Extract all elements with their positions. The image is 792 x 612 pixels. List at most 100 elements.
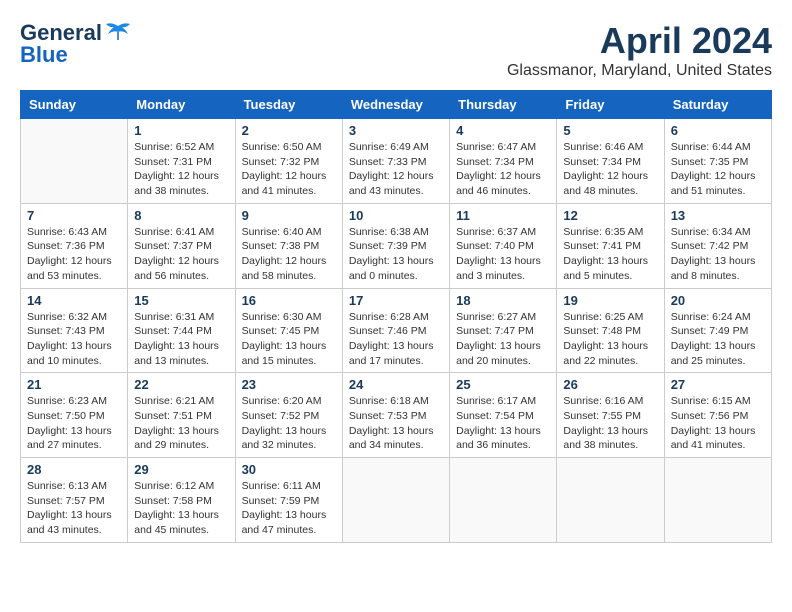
table-row: 16 Sunrise: 6:30 AM Sunset: 7:45 PM Dayli… (235, 288, 342, 373)
day-number: 4 (456, 123, 550, 138)
day-info: Sunrise: 6:37 AM Sunset: 7:40 PM Dayligh… (456, 225, 550, 284)
day-number: 24 (349, 377, 443, 392)
table-row (557, 458, 664, 543)
table-row: 11 Sunrise: 6:37 AM Sunset: 7:40 PM Dayli… (450, 203, 557, 288)
day-number: 23 (242, 377, 336, 392)
calendar-week-row: 1 Sunrise: 6:52 AM Sunset: 7:31 PM Daylig… (21, 119, 772, 204)
table-row: 23 Sunrise: 6:20 AM Sunset: 7:52 PM Dayli… (235, 373, 342, 458)
table-row: 21 Sunrise: 6:23 AM Sunset: 7:50 PM Dayli… (21, 373, 128, 458)
table-row: 5 Sunrise: 6:46 AM Sunset: 7:34 PM Daylig… (557, 119, 664, 204)
day-info: Sunrise: 6:27 AM Sunset: 7:47 PM Dayligh… (456, 310, 550, 369)
table-row: 25 Sunrise: 6:17 AM Sunset: 7:54 PM Dayli… (450, 373, 557, 458)
day-info: Sunrise: 6:25 AM Sunset: 7:48 PM Dayligh… (563, 310, 657, 369)
day-number: 17 (349, 293, 443, 308)
day-info: Sunrise: 6:52 AM Sunset: 7:31 PM Dayligh… (134, 140, 228, 199)
location: Glassmanor, Maryland, United States (507, 62, 772, 80)
day-number: 1 (134, 123, 228, 138)
day-info: Sunrise: 6:28 AM Sunset: 7:46 PM Dayligh… (349, 310, 443, 369)
day-info: Sunrise: 6:46 AM Sunset: 7:34 PM Dayligh… (563, 140, 657, 199)
table-row: 15Sunrise: 6:31 AM Sunset: 7:44 PM Dayli… (128, 288, 235, 373)
table-row: 1 Sunrise: 6:52 AM Sunset: 7:31 PM Daylig… (128, 119, 235, 204)
day-number: 3 (349, 123, 443, 138)
day-number: 11 (456, 208, 550, 223)
table-row: 12 Sunrise: 6:35 AM Sunset: 7:41 PM Dayli… (557, 203, 664, 288)
table-row: 14Sunrise: 6:32 AM Sunset: 7:43 PM Dayli… (21, 288, 128, 373)
day-info: Sunrise: 6:15 AM Sunset: 7:56 PM Dayligh… (671, 394, 765, 453)
day-info: Sunrise: 6:30 AM Sunset: 7:45 PM Dayligh… (242, 310, 336, 369)
table-row: 10Sunrise: 6:38 AM Sunset: 7:39 PM Dayli… (342, 203, 449, 288)
header-thursday: Thursday (450, 91, 557, 119)
header-sunday: Sunday (21, 91, 128, 119)
logo-bird-icon (104, 22, 132, 44)
day-number: 14 (27, 293, 121, 308)
page-header: General Blue April 2024 Glassmanor, Mary… (20, 20, 772, 80)
calendar-week-row: 7 Sunrise: 6:43 AM Sunset: 7:36 PM Daylig… (21, 203, 772, 288)
logo: General Blue (20, 20, 132, 68)
calendar-table: Sunday Monday Tuesday Wednesday Thursday… (20, 90, 772, 543)
header-monday: Monday (128, 91, 235, 119)
day-number: 26 (563, 377, 657, 392)
day-number: 15 (134, 293, 228, 308)
table-row: 6Sunrise: 6:44 AM Sunset: 7:35 PM Daylig… (664, 119, 771, 204)
table-row: 29 Sunrise: 6:12 AM Sunset: 7:58 PM Dayli… (128, 458, 235, 543)
day-number: 25 (456, 377, 550, 392)
day-info: Sunrise: 6:13 AM Sunset: 7:57 PM Dayligh… (27, 479, 121, 538)
table-row (342, 458, 449, 543)
table-row: 3 Sunrise: 6:49 AM Sunset: 7:33 PM Daylig… (342, 119, 449, 204)
day-info: Sunrise: 6:41 AM Sunset: 7:37 PM Dayligh… (134, 225, 228, 284)
day-info: Sunrise: 6:20 AM Sunset: 7:52 PM Dayligh… (242, 394, 336, 453)
table-row: 4 Sunrise: 6:47 AM Sunset: 7:34 PM Daylig… (450, 119, 557, 204)
table-row: 24 Sunrise: 6:18 AM Sunset: 7:53 PM Dayli… (342, 373, 449, 458)
day-info: Sunrise: 6:12 AM Sunset: 7:58 PM Dayligh… (134, 479, 228, 538)
day-number: 13 (671, 208, 765, 223)
day-info: Sunrise: 6:18 AM Sunset: 7:53 PM Dayligh… (349, 394, 443, 453)
day-number: 7 (27, 208, 121, 223)
day-number: 30 (242, 462, 336, 477)
day-info: Sunrise: 6:34 AM Sunset: 7:42 PM Dayligh… (671, 225, 765, 284)
table-row: 20 Sunrise: 6:24 AM Sunset: 7:49 PM Dayli… (664, 288, 771, 373)
day-info: Sunrise: 6:35 AM Sunset: 7:41 PM Dayligh… (563, 225, 657, 284)
month-title: April 2024 (507, 20, 772, 62)
day-info: Sunrise: 6:47 AM Sunset: 7:34 PM Dayligh… (456, 140, 550, 199)
table-row: 9 Sunrise: 6:40 AM Sunset: 7:38 PM Daylig… (235, 203, 342, 288)
header-saturday: Saturday (664, 91, 771, 119)
table-row: 8Sunrise: 6:41 AM Sunset: 7:37 PM Daylig… (128, 203, 235, 288)
day-info: Sunrise: 6:21 AM Sunset: 7:51 PM Dayligh… (134, 394, 228, 453)
day-info: Sunrise: 6:17 AM Sunset: 7:54 PM Dayligh… (456, 394, 550, 453)
table-row (21, 119, 128, 204)
day-number: 20 (671, 293, 765, 308)
table-row: 13 Sunrise: 6:34 AM Sunset: 7:42 PM Dayli… (664, 203, 771, 288)
day-info: Sunrise: 6:16 AM Sunset: 7:55 PM Dayligh… (563, 394, 657, 453)
day-info: Sunrise: 6:24 AM Sunset: 7:49 PM Dayligh… (671, 310, 765, 369)
day-number: 21 (27, 377, 121, 392)
table-row: 17 Sunrise: 6:28 AM Sunset: 7:46 PM Dayli… (342, 288, 449, 373)
day-number: 22 (134, 377, 228, 392)
day-info: Sunrise: 6:43 AM Sunset: 7:36 PM Dayligh… (27, 225, 121, 284)
calendar-week-row: 28 Sunrise: 6:13 AM Sunset: 7:57 PM Dayli… (21, 458, 772, 543)
calendar-week-row: 21 Sunrise: 6:23 AM Sunset: 7:50 PM Dayli… (21, 373, 772, 458)
day-number: 18 (456, 293, 550, 308)
table-row: 2Sunrise: 6:50 AM Sunset: 7:32 PM Daylig… (235, 119, 342, 204)
day-info: Sunrise: 6:50 AM Sunset: 7:32 PM Dayligh… (242, 140, 336, 199)
table-row (450, 458, 557, 543)
calendar-week-row: 14Sunrise: 6:32 AM Sunset: 7:43 PM Dayli… (21, 288, 772, 373)
header-wednesday: Wednesday (342, 91, 449, 119)
header-tuesday: Tuesday (235, 91, 342, 119)
day-info: Sunrise: 6:23 AM Sunset: 7:50 PM Dayligh… (27, 394, 121, 453)
title-block: April 2024 Glassmanor, Maryland, United … (507, 20, 772, 80)
logo-blue: Blue (20, 42, 68, 68)
table-row (664, 458, 771, 543)
table-row: 19Sunrise: 6:25 AM Sunset: 7:48 PM Dayli… (557, 288, 664, 373)
day-number: 5 (563, 123, 657, 138)
day-number: 16 (242, 293, 336, 308)
table-row: 27Sunrise: 6:15 AM Sunset: 7:56 PM Dayli… (664, 373, 771, 458)
day-info: Sunrise: 6:49 AM Sunset: 7:33 PM Dayligh… (349, 140, 443, 199)
day-info: Sunrise: 6:38 AM Sunset: 7:39 PM Dayligh… (349, 225, 443, 284)
table-row: 30Sunrise: 6:11 AM Sunset: 7:59 PM Dayli… (235, 458, 342, 543)
day-number: 29 (134, 462, 228, 477)
day-info: Sunrise: 6:40 AM Sunset: 7:38 PM Dayligh… (242, 225, 336, 284)
day-number: 12 (563, 208, 657, 223)
calendar-header-row: Sunday Monday Tuesday Wednesday Thursday… (21, 91, 772, 119)
day-number: 9 (242, 208, 336, 223)
day-number: 28 (27, 462, 121, 477)
